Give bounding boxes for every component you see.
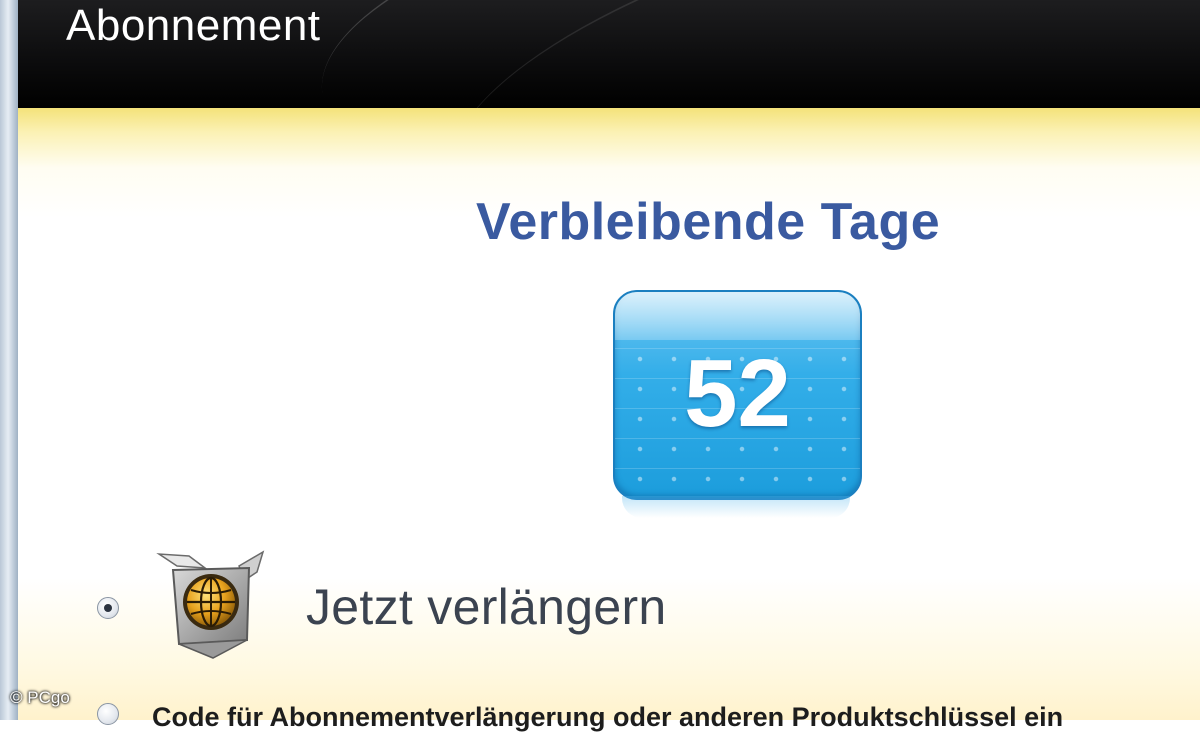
enter-code-label[interactable]: Code für Abonnementverlängerung oder and… xyxy=(152,702,1063,733)
globe-box-icon[interactable] xyxy=(155,550,267,662)
window-frame-edge xyxy=(0,0,19,720)
counter-reflection xyxy=(622,496,850,518)
radio-selected-dot xyxy=(104,604,112,612)
page-title: Abonnement xyxy=(66,1,321,50)
header-bar: Abonnement xyxy=(18,0,1200,108)
renew-now-radio[interactable] xyxy=(97,597,119,619)
remaining-days-heading: Verbleibende Tage xyxy=(476,193,941,251)
enter-code-radio[interactable] xyxy=(97,703,119,725)
days-remaining-value: 52 xyxy=(684,340,791,447)
days-counter-tile: 52 xyxy=(613,290,862,500)
counter-gloss xyxy=(615,292,860,340)
copyright-watermark: © PCgo xyxy=(10,688,70,707)
renew-now-label[interactable]: Jetzt verlängern xyxy=(306,578,667,636)
